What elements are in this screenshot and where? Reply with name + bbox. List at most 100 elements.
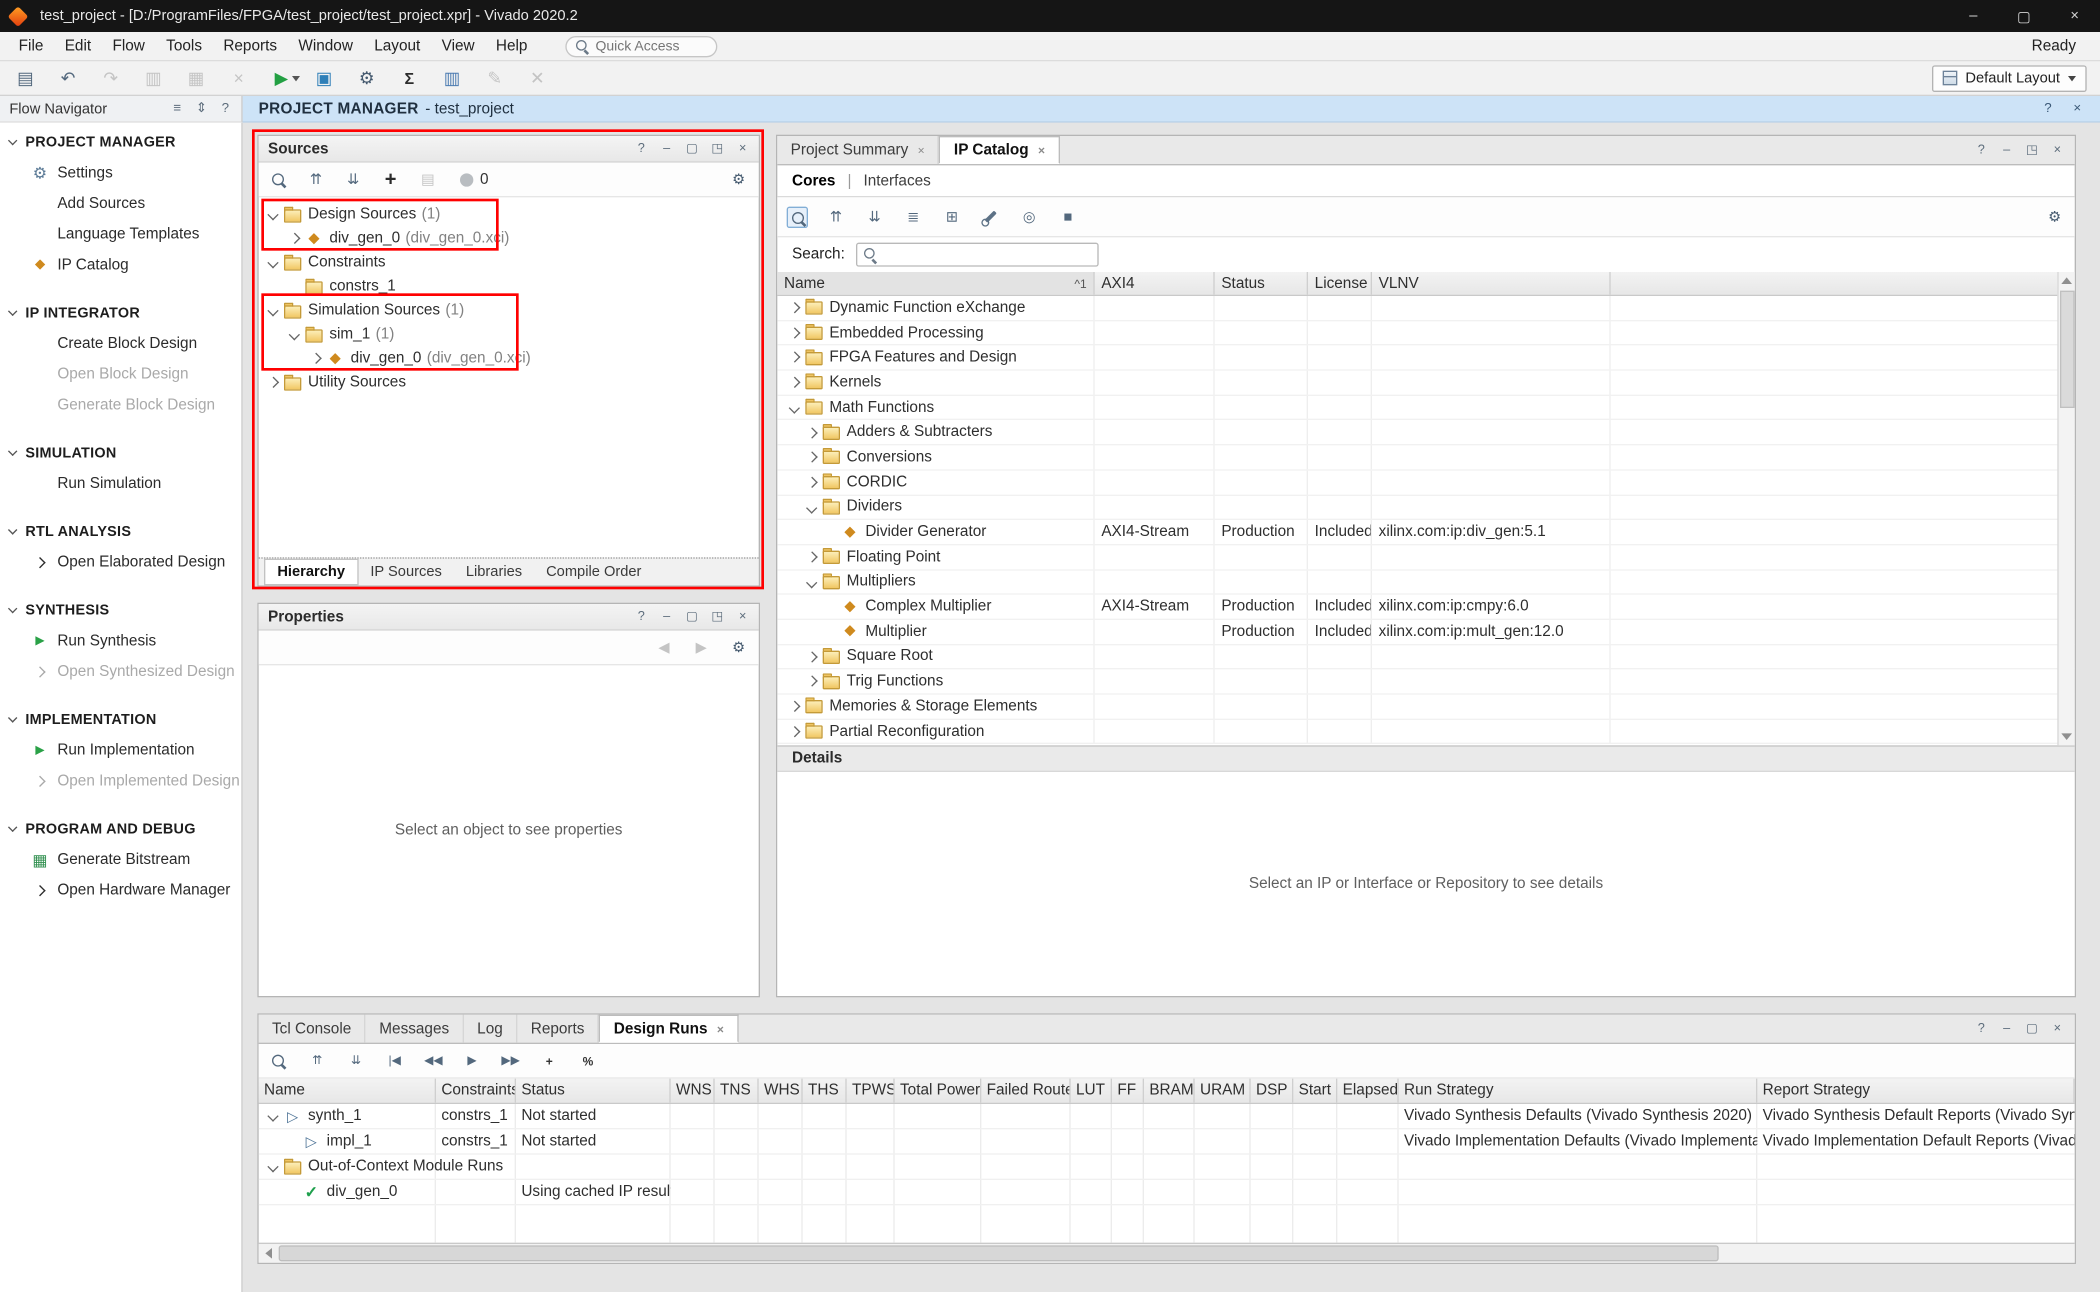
ip-search-box[interactable] xyxy=(856,243,1099,267)
column-header-failed-routes[interactable]: Failed Routes xyxy=(981,1079,1070,1103)
ip-catalog-row[interactable]: Embedded Processing xyxy=(777,321,2074,346)
nav-open-synthesized-design[interactable]: Open Synthesized Design xyxy=(0,656,241,687)
nav-language-templates[interactable]: Language Templates xyxy=(0,219,241,250)
column-header-ths[interactable]: THS xyxy=(803,1079,847,1103)
ip-catalog-row[interactable]: Partial Reconfiguration xyxy=(777,720,2074,745)
open-project-icon[interactable]: ▤ xyxy=(13,66,37,90)
column-header-run-strategy[interactable]: Run Strategy xyxy=(1399,1079,1758,1103)
scrollbar-thumb[interactable] xyxy=(279,1245,1719,1261)
interrupt-icon[interactable]: ■ xyxy=(1057,206,1078,227)
nav-generate-bitstream[interactable]: Generate Bitstream xyxy=(0,844,241,875)
tab-log[interactable]: Log xyxy=(464,1015,518,1043)
add-repository-icon[interactable]: ⊞ xyxy=(941,206,962,227)
tree-row[interactable]: div_gen_0 (div_gen_0.xci) xyxy=(259,227,759,251)
panel-minimize-icon[interactable]: – xyxy=(660,141,673,156)
close-button[interactable]: × xyxy=(2049,0,2100,32)
tree-expander-icon[interactable] xyxy=(785,697,804,716)
tab-libraries[interactable]: Libraries xyxy=(454,559,534,586)
settings-gear-icon[interactable]: ⚙ xyxy=(728,169,749,190)
vertical-scrollbar[interactable] xyxy=(2057,272,2074,745)
menu-tools[interactable]: Tools xyxy=(156,31,213,60)
column-header-tns[interactable]: TNS xyxy=(715,1079,759,1103)
panel-float-icon[interactable]: ◳ xyxy=(2025,143,2038,158)
panel-minimize-icon[interactable]: – xyxy=(660,609,673,624)
expand-all-icon[interactable]: ⇊ xyxy=(864,206,885,227)
horizontal-scrollbar[interactable] xyxy=(259,1243,2075,1263)
column-header-wns[interactable]: WNS xyxy=(671,1079,715,1103)
nav-section-header-implementation[interactable]: IMPLEMENTATION xyxy=(0,705,241,734)
search-icon[interactable] xyxy=(787,206,808,227)
ip-catalog-row[interactable]: Trig Functions xyxy=(777,670,2074,695)
tab-cores[interactable]: Cores xyxy=(792,173,835,189)
tree-expander-icon[interactable] xyxy=(803,473,822,492)
tree-row[interactable]: Simulation Sources (1) xyxy=(259,299,759,323)
column-header-bram[interactable]: BRAM xyxy=(1144,1079,1195,1103)
column-header-name[interactable]: Name xyxy=(259,1079,436,1103)
panel-maximize-icon[interactable]: ▢ xyxy=(685,609,698,624)
navigator-collapse-icon[interactable]: ≡ xyxy=(171,101,184,116)
panel-close-icon[interactable]: × xyxy=(2051,1021,2064,1036)
redo-icon[interactable]: ↷ xyxy=(99,66,123,90)
tree-expander-icon[interactable] xyxy=(785,398,804,417)
panel-close-icon[interactable]: × xyxy=(2051,143,2064,158)
tab-design-runs[interactable]: Design Runs× xyxy=(599,1015,738,1043)
tree-row[interactable]: constrs_1 xyxy=(259,275,759,299)
ip-catalog-row[interactable]: Multiplier Production Included xilinx.co… xyxy=(777,620,2074,645)
scroll-right-icon[interactable] xyxy=(2055,1244,2075,1292)
default-part-icon[interactable]: ◎ xyxy=(1019,206,1040,227)
nav-section-header-rtl-analysis[interactable]: RTL ANALYSIS xyxy=(0,517,241,546)
design-run-row[interactable]: synth_1 constrs_1 Not started xyxy=(259,1104,2075,1129)
tree-expander-icon[interactable] xyxy=(285,229,304,248)
navigator-help-icon[interactable]: ? xyxy=(219,101,232,116)
panel-maximize-icon[interactable]: ▢ xyxy=(685,141,698,156)
banner-help-icon[interactable]: ? xyxy=(2041,101,2054,116)
nav-ip-catalog[interactable]: IP Catalog xyxy=(0,249,241,280)
nav-run-simulation[interactable]: Run Simulation xyxy=(0,468,241,499)
forward-icon[interactable]: ▶ xyxy=(691,637,712,658)
settings-gear-icon[interactable]: ⚙ xyxy=(2044,206,2065,227)
design-run-row[interactable]: Out-of-Context Module Runs xyxy=(259,1155,2075,1180)
tree-expander-icon[interactable] xyxy=(803,647,822,666)
column-header-status[interactable]: Status xyxy=(516,1079,671,1103)
nav-settings[interactable]: Settings xyxy=(0,157,241,188)
ip-catalog-row[interactable]: Adders & Subtracters xyxy=(777,421,2074,446)
step-forward-icon[interactable]: ▶▶ xyxy=(500,1050,521,1071)
run-icon[interactable]: ▶ xyxy=(269,66,293,90)
tree-row[interactable]: Utility Sources xyxy=(259,371,759,395)
panel-maximize-icon[interactable]: ▢ xyxy=(2025,1021,2038,1036)
expand-all-icon[interactable]: ⇊ xyxy=(343,169,364,190)
tree-expander-icon[interactable] xyxy=(264,301,283,320)
nav-section-header-ip-integrator[interactable]: IP INTEGRATOR xyxy=(0,299,241,328)
tree-expander-icon[interactable] xyxy=(803,498,822,517)
ip-catalog-row[interactable]: Complex Multiplier AXI4-Stream Productio… xyxy=(777,595,2074,620)
tree-expander-icon[interactable] xyxy=(283,1132,302,1151)
close-tab-icon[interactable]: × xyxy=(717,1022,724,1035)
tab-reports[interactable]: Reports xyxy=(517,1015,599,1043)
close-tab-icon[interactable]: × xyxy=(918,143,925,156)
nav-run-synthesis[interactable]: Run Synthesis xyxy=(0,625,241,656)
tree-expander-icon[interactable] xyxy=(785,373,804,392)
group-by-category-icon[interactable]: ≣ xyxy=(903,206,924,227)
create-runs-icon[interactable]: ▣ xyxy=(312,66,336,90)
paste-icon[interactable]: ▦ xyxy=(184,66,208,90)
column-header-report-strategy[interactable]: Report Strategy xyxy=(1757,1079,2074,1103)
ip-catalog-row[interactable]: Multipliers xyxy=(777,570,2074,595)
settings-gear-icon[interactable]: ⚙ xyxy=(355,66,379,90)
quick-access-search[interactable] xyxy=(565,35,717,56)
tab-ip-sources[interactable]: IP Sources xyxy=(358,559,453,586)
ip-catalog-row[interactable]: Square Root xyxy=(777,645,2074,670)
tree-expander-icon[interactable] xyxy=(285,325,304,344)
tree-expander-icon[interactable] xyxy=(264,205,283,224)
settings-gear-icon[interactable]: ⚙ xyxy=(728,637,749,658)
panel-help-icon[interactable]: ? xyxy=(635,141,648,156)
tree-expander-icon[interactable] xyxy=(285,277,304,296)
nav-add-sources[interactable]: Add Sources xyxy=(0,188,241,219)
tab-project-summary[interactable]: Project Summary× xyxy=(777,136,939,164)
ip-catalog-row[interactable]: Dynamic Function eXchange xyxy=(777,296,2074,321)
nav-open-elaborated-design[interactable]: Open Elaborated Design xyxy=(0,547,241,578)
tab-tcl-console[interactable]: Tcl Console xyxy=(259,1015,366,1043)
tree-row[interactable]: Design Sources (1) xyxy=(259,203,759,227)
menu-flow[interactable]: Flow xyxy=(102,31,156,60)
tab-hierarchy[interactable]: Hierarchy xyxy=(264,559,358,586)
column-header-vlnv[interactable]: VLNV xyxy=(1372,272,1611,295)
